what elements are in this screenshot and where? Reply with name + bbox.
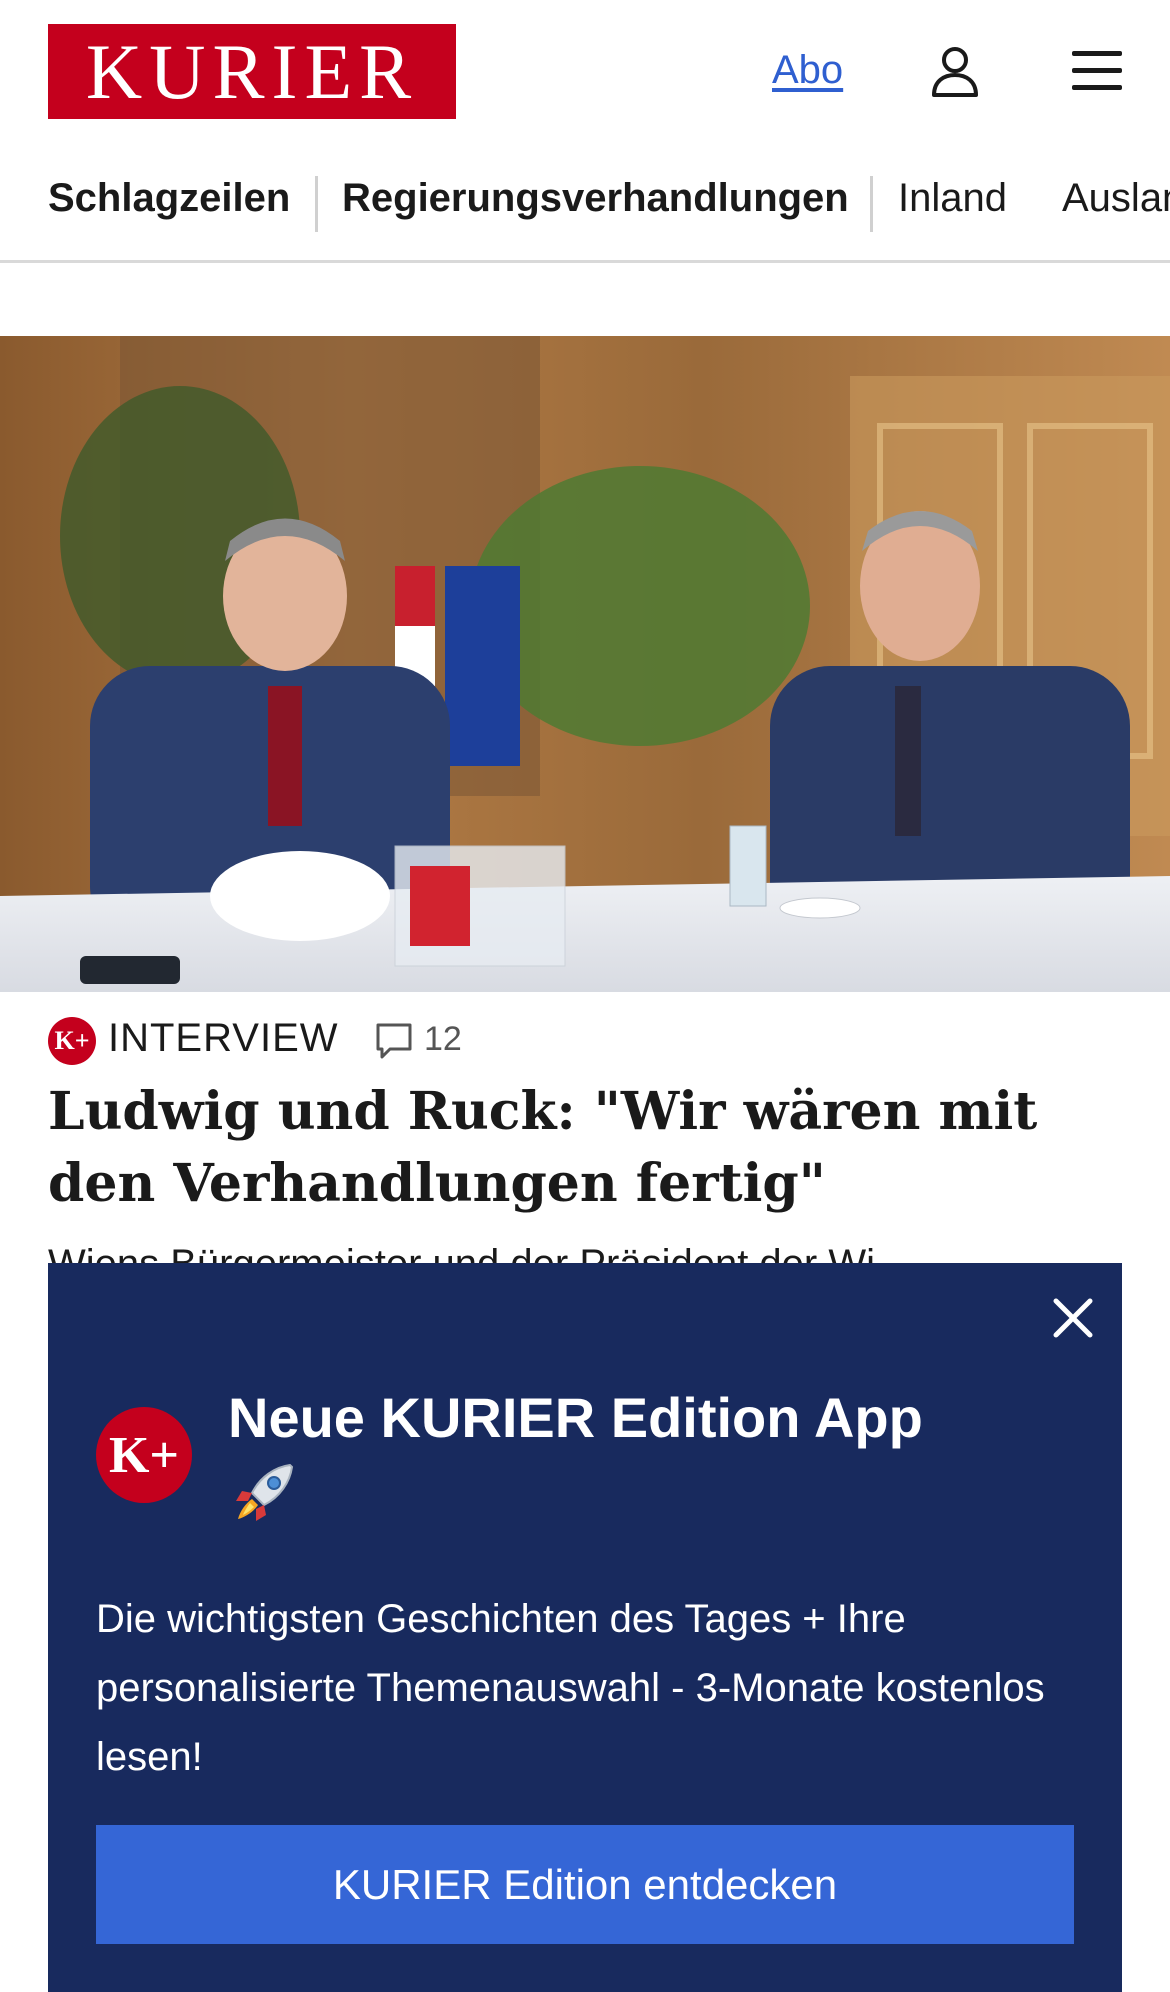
article-category[interactable]: INTERVIEW [108,1016,339,1061]
section-nav: Schlagzeilen Regierungsverhandlungen Inl… [0,160,1170,263]
nav-item-ausland[interactable]: Ausland [1062,174,1170,222]
popup-description: Die wichtigsten Geschichten des Tages + … [96,1597,1045,1779]
nav-item-inland[interactable]: Inland [898,174,1007,222]
close-icon[interactable] [1048,1293,1098,1343]
kplus-badge: K+ [48,1017,96,1065]
site-header: KURIER Abo [0,0,1170,142]
menu-icon[interactable] [1070,48,1124,94]
rocket-icon [236,1463,294,1521]
user-icon[interactable] [930,45,980,97]
comment-count[interactable]: 12 [424,1020,462,1059]
article-headline[interactable]: Ludwig und Ruck: "Wir wären mit den Verh… [48,1076,1128,1220]
popup-title: Neue KURIER Edition App [228,1386,923,1449]
article-teaser: Wiens Bürgermeister und der Präsident de… [48,1244,1128,1264]
comment-icon[interactable] [374,1021,414,1061]
article-teaser-text: Wiens Bürgermeister und der Präsident de… [48,1244,1128,1264]
abo-link[interactable]: Abo [772,48,843,93]
kurier-logo[interactable]: KURIER [48,24,456,119]
kplus-logo: K+ [96,1407,192,1503]
nav-item-regierungsverhandlungen[interactable]: Regierungsverhandlungen [342,174,849,222]
nav-divider [315,176,318,232]
discover-edition-button[interactable]: KURIER Edition entdecken [96,1825,1074,1944]
nav-item-schlagzeilen[interactable]: Schlagzeilen [48,174,290,222]
article-hero-image[interactable] [0,336,1170,992]
app-promo-popup: K+ Neue KURIER Edition App Die wichtigst… [48,1263,1122,1992]
hero-photo [0,336,1170,992]
nav-divider [870,176,873,232]
